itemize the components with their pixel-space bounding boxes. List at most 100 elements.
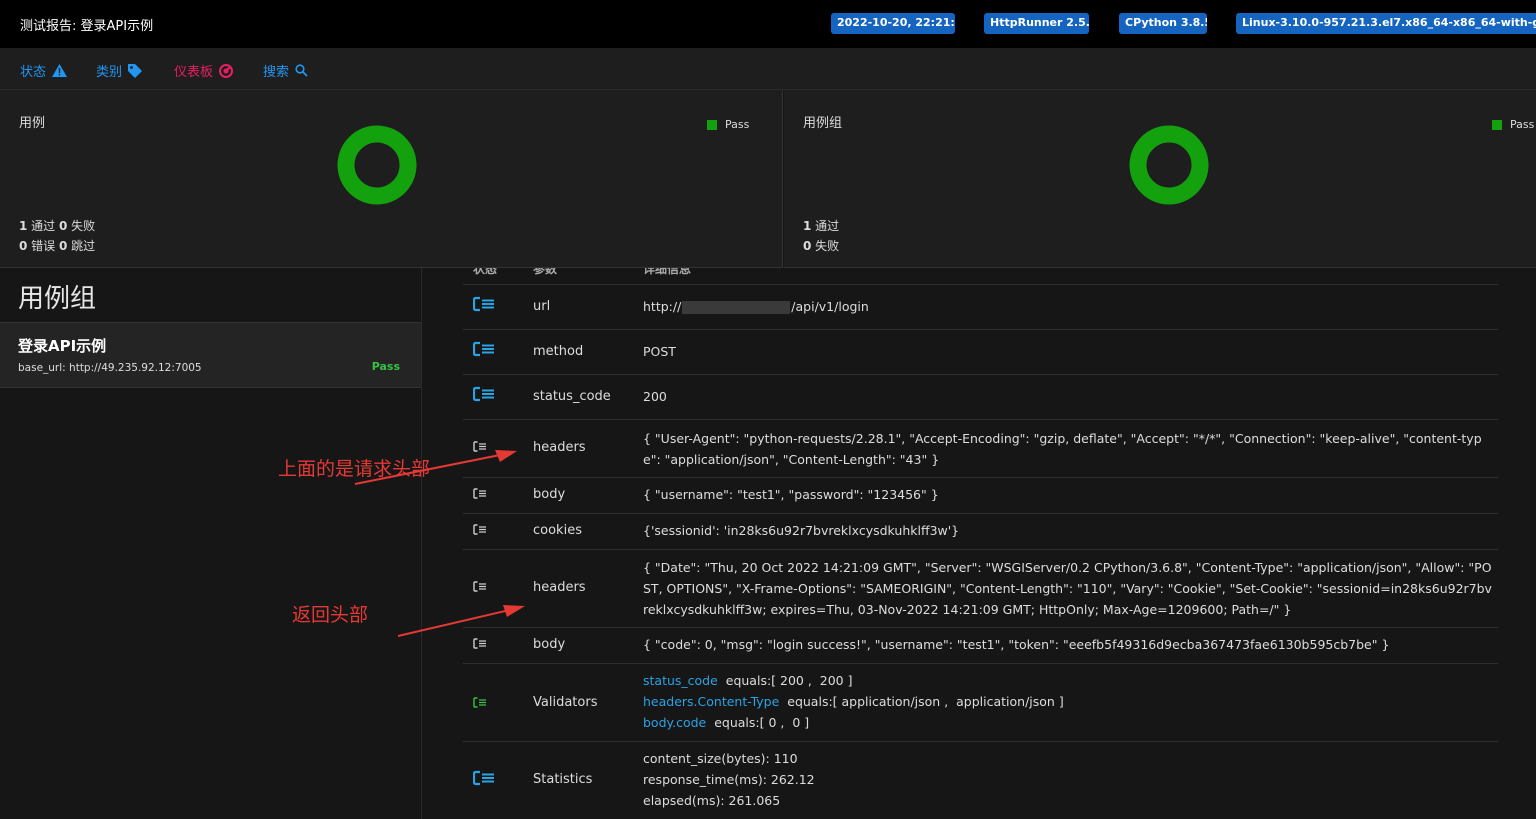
validator-item: headers.Content-Type equals:[ applicatio… xyxy=(643,691,1493,712)
request-headers-annotation: 上面的是请求头部 xyxy=(278,458,431,480)
param-key: body xyxy=(533,637,566,652)
case-name: 登录API示例 xyxy=(18,337,107,355)
url-prefix: http:// xyxy=(643,299,682,314)
expand-icon[interactable] xyxy=(473,386,495,402)
param-key: url xyxy=(533,299,551,314)
timestamp-badge: 2022-10-20, 22:21:08 xyxy=(831,13,955,34)
suites-stat-line-1: 1 通过 xyxy=(803,217,839,234)
nav-categories[interactable]: 类别 xyxy=(96,61,143,80)
table-row-response-body: body { "code": 0, "msg": "login success!… xyxy=(463,627,1498,663)
suites-failed-label: 失败 xyxy=(811,239,840,253)
nav-dashboard[interactable]: 仪表板 xyxy=(174,61,234,80)
column-status: 状态 xyxy=(473,268,498,276)
statistic-line: content_size(bytes): 110 xyxy=(643,751,798,766)
nav-status[interactable]: 状态 xyxy=(20,61,68,80)
nav-dashboard-label: 仪表板 xyxy=(174,65,214,80)
param-key: status_code xyxy=(533,389,611,404)
param-key: method xyxy=(533,344,584,359)
param-key: body xyxy=(533,487,566,502)
search-icon xyxy=(295,64,308,77)
param-value: {'sessionid': 'in28ks6u92r7bvreklxcysdku… xyxy=(643,523,960,538)
param-key: headers xyxy=(533,580,586,595)
skipped-label: 跳过 xyxy=(67,239,96,253)
validator-item: body.code equals:[ 0 , 0 ] xyxy=(643,712,1493,733)
validator-check: equals:[ 0 , 0 ] xyxy=(706,715,810,730)
suites-legend-label: Pass xyxy=(1510,118,1535,131)
param-value: { "code": 0, "msg": "login success!", "u… xyxy=(643,637,1390,652)
param-key: Validators xyxy=(533,695,598,710)
expand-icon[interactable] xyxy=(473,296,495,312)
param-value: { "User-Agent": "python-requests/2.28.1"… xyxy=(643,431,1482,467)
table-row-response-headers: headers { "Date": "Thu, 20 Oct 2022 14:2… xyxy=(463,549,1498,627)
table-row-cookies: cookies {'sessionid': 'in28ks6u92r7bvrek… xyxy=(463,513,1498,549)
step-detail-panel: 状态 参数 详细信息 url http:// /api/v1/login meth… xyxy=(443,268,1536,819)
nav-search-label: 搜索 xyxy=(263,65,290,80)
failed-label: 失败 xyxy=(67,219,96,233)
param-value: { "username": "test1", "password": "1234… xyxy=(643,487,939,502)
table-row-method: method POST xyxy=(463,329,1498,374)
expand-icon[interactable] xyxy=(473,770,495,786)
validator-check: equals:[ application/json , application/… xyxy=(779,694,1064,709)
expand-icon[interactable] xyxy=(473,488,487,499)
cases-pass-donut[interactable] xyxy=(337,125,417,205)
case-status-badge: Pass xyxy=(371,360,400,373)
suites-passed-label: 通过 xyxy=(811,219,840,233)
table-row-request-body: body { "username": "test1", "password": … xyxy=(463,477,1498,513)
validator-list: status_code equals:[ 200 , 200 ] headers… xyxy=(643,670,1493,733)
validator-field[interactable]: headers.Content-Type xyxy=(643,694,779,709)
cases-stat-line-1: 1 通过 0 失败 xyxy=(19,217,95,234)
passed-label: 通过 xyxy=(27,219,59,233)
statistics-list: content_size(bytes): 110 response_time(m… xyxy=(643,748,1493,811)
validator-field[interactable]: status_code xyxy=(643,673,718,688)
table-row-validators: Validators status_code equals:[ 200 , 20… xyxy=(463,663,1498,741)
gauge-icon xyxy=(219,63,234,78)
table-row-statistics: Statistics content_size(bytes): 110 resp… xyxy=(463,741,1498,819)
validator-item: status_code equals:[ 200 , 200 ] xyxy=(643,670,1493,691)
expand-icon[interactable] xyxy=(473,441,487,452)
suites-summary-title: 用例组 xyxy=(803,116,843,131)
param-value: 200 xyxy=(643,389,667,404)
tag-icon xyxy=(128,63,143,78)
nav-search[interactable]: 搜索 xyxy=(263,61,308,80)
suite-sidebar: 用例组 登录API示例 base_url: http://49.235.92.1… xyxy=(0,268,422,819)
statistic-line: elapsed(ms): 261.065 xyxy=(643,793,781,808)
nav-categories-label: 类别 xyxy=(96,65,123,80)
expand-icon[interactable] xyxy=(473,581,487,592)
table-row-url: url http:// /api/v1/login xyxy=(463,284,1498,329)
suites-summary-panel: 用例组 Pass 1 通过 0 失败 xyxy=(784,90,1536,268)
param-key: Statistics xyxy=(533,772,593,787)
cases-stat-line-2: 0 错误 0 跳过 xyxy=(19,237,95,254)
test-case-item[interactable]: 登录API示例 base_url: http://49.235.92.12:70… xyxy=(0,322,421,388)
suites-pass-donut[interactable] xyxy=(1129,125,1209,205)
python-version-badge: CPython 3.8.5 xyxy=(1119,13,1207,34)
cases-summary-title: 用例 xyxy=(19,116,46,131)
suites-legend[interactable]: Pass xyxy=(1492,118,1534,131)
redacted-host xyxy=(682,301,791,314)
nav-bar: 状态 类别 仪表板 搜索 xyxy=(0,48,1536,90)
expand-icon[interactable] xyxy=(473,697,487,708)
error-label: 错误 xyxy=(27,239,59,253)
param-key: headers xyxy=(533,440,586,455)
param-value: http:// /api/v1/login xyxy=(643,296,1493,317)
expand-icon[interactable] xyxy=(473,638,487,649)
cases-summary-panel: 用例 Pass 1 通过 0 失败 0 错误 0 跳过 xyxy=(0,90,783,268)
cases-legend[interactable]: Pass xyxy=(707,118,749,131)
nav-status-label: 状态 xyxy=(20,65,47,80)
response-headers-annotation: 返回头部 xyxy=(292,604,369,626)
case-base-url: base_url: http://49.235.92.12:7005 xyxy=(18,362,202,374)
param-value: POST xyxy=(643,344,676,359)
warning-triangle-icon xyxy=(52,64,68,77)
sidebar-title: 用例组 xyxy=(18,284,97,314)
table-header: 状态 参数 详细信息 xyxy=(443,268,1498,284)
param-key: cookies xyxy=(533,523,582,538)
param-value: { "Date": "Thu, 20 Oct 2022 14:21:09 GMT… xyxy=(643,560,1492,617)
expand-icon[interactable] xyxy=(473,524,487,535)
top-bar: 测试报告: 登录API示例 2022-10-20, 22:21:08 HttpR… xyxy=(0,0,1536,48)
statistic-line: response_time(ms): 262.12 xyxy=(643,772,815,787)
table-row-request-headers: headers { "User-Agent": "python-requests… xyxy=(463,419,1498,477)
platform-badge: Linux-3.10.0-957.21.3.el7.x86_64-x86_64-… xyxy=(1236,13,1536,34)
expand-icon[interactable] xyxy=(473,341,495,357)
pass-legend-swatch xyxy=(1492,119,1502,130)
validator-field[interactable]: body.code xyxy=(643,715,706,730)
cases-legend-label: Pass xyxy=(725,118,750,131)
